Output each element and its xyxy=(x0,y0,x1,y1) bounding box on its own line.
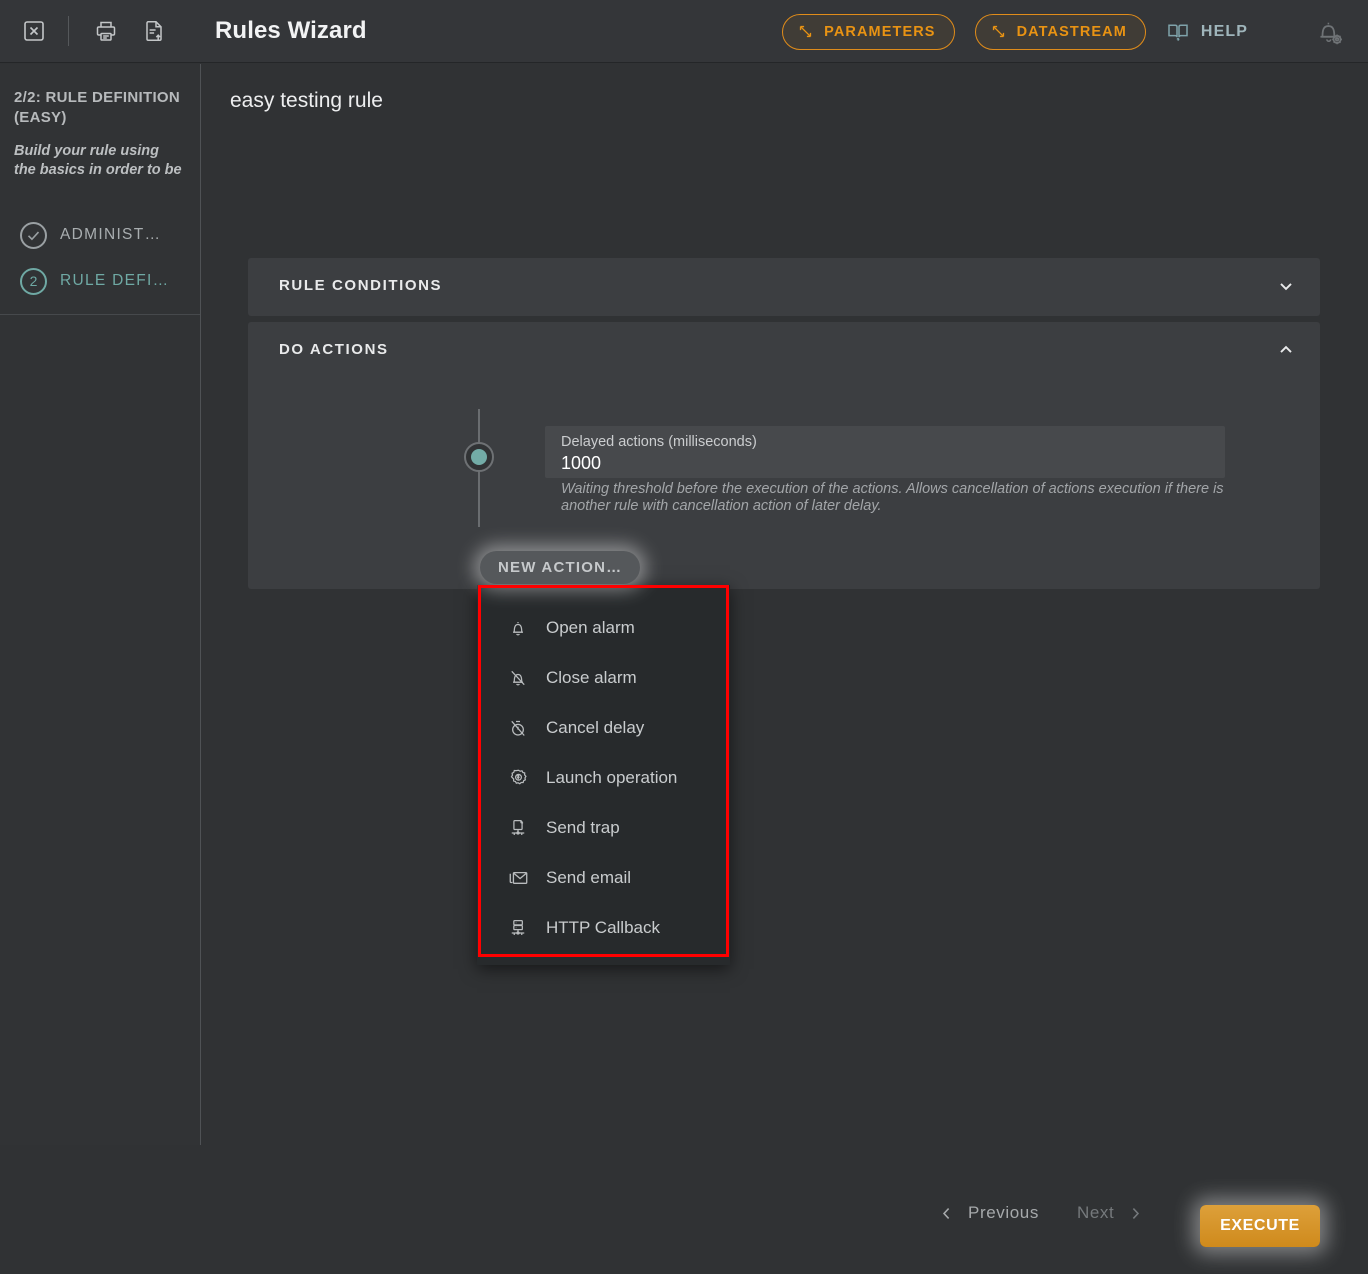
bell-off-icon xyxy=(507,667,529,689)
sidebar-item-label: RULE DEFI… xyxy=(60,272,170,289)
menu-item-label: Send trap xyxy=(546,818,620,837)
menu-item-label: HTTP Callback xyxy=(546,918,660,937)
delayed-actions-field[interactable]: Delayed actions (milliseconds) 1000 xyxy=(545,426,1225,478)
menu-item-cancel-delay[interactable]: Cancel delay xyxy=(477,703,730,753)
send-trap-icon xyxy=(507,817,529,839)
server-icon xyxy=(507,917,529,939)
do-actions-header[interactable]: DO ACTIONS xyxy=(248,322,1320,377)
close-icon[interactable] xyxy=(20,17,48,45)
menu-item-open-alarm[interactable]: Open alarm xyxy=(477,603,730,653)
delayed-actions-label: Delayed actions (milliseconds) xyxy=(561,434,757,450)
wizard-sidebar: 2/2: RULE DEFINITION (EASY) Build your r… xyxy=(0,64,201,1145)
bell-gear-icon[interactable] xyxy=(1310,13,1348,51)
new-action-menu: Open alarm Close alarm Cancel delay Laun… xyxy=(477,585,730,965)
bell-icon xyxy=(507,617,529,639)
datastream-label: DATASTREAM xyxy=(1016,23,1127,40)
previous-label: Previous xyxy=(968,1203,1039,1222)
execute-button[interactable]: EXECUTE xyxy=(1200,1205,1320,1247)
next-button[interactable]: Next xyxy=(1077,1203,1144,1223)
rule-conditions-title: RULE CONDITIONS xyxy=(279,277,443,294)
chevron-left-icon xyxy=(938,1205,955,1222)
new-action-button[interactable]: NEW ACTION… xyxy=(480,551,641,584)
previous-button[interactable]: Previous xyxy=(938,1203,1039,1223)
toolbar-divider xyxy=(68,16,69,46)
next-label: Next xyxy=(1077,1203,1115,1222)
timer-off-icon xyxy=(507,717,529,739)
datastream-icon xyxy=(990,23,1007,40)
chevron-up-icon[interactable] xyxy=(1276,340,1296,360)
top-toolbar: Rules Wizard PARAMETERS DATASTREAM HELP xyxy=(0,0,1368,63)
menu-item-label: Open alarm xyxy=(546,618,635,637)
new-action-menu-list: Open alarm Close alarm Cancel delay Laun… xyxy=(477,585,730,953)
main-content: easy testing rule RULE CONDITIONS DO ACT… xyxy=(201,64,1368,1145)
help-label: HELP xyxy=(1200,22,1248,40)
sidebar-step-description: Build your rule using the basics in orde… xyxy=(14,143,182,178)
delayed-actions-help-text: Waiting threshold before the execution o… xyxy=(561,481,1224,514)
action-timeline-node[interactable] xyxy=(464,442,494,472)
menu-item-launch-operation[interactable]: Launch operation xyxy=(477,753,730,803)
book-question-icon xyxy=(1166,20,1190,44)
menu-item-close-alarm[interactable]: Close alarm xyxy=(477,653,730,703)
menu-item-label: Close alarm xyxy=(546,668,637,687)
step-number-badge: 2 xyxy=(20,267,47,295)
do-actions-title: DO ACTIONS xyxy=(279,341,389,358)
printer-icon[interactable] xyxy=(91,16,121,46)
page-title: Rules Wizard xyxy=(215,17,367,44)
delayed-actions-value[interactable]: 1000 xyxy=(561,451,1211,475)
envelope-icon xyxy=(507,867,529,889)
sidebar-item-label: ADMINIST… xyxy=(60,226,162,243)
menu-item-send-email[interactable]: Send email xyxy=(477,853,730,903)
sidebar-item-administration[interactable]: ADMINIST… xyxy=(0,212,200,258)
menu-item-send-trap[interactable]: Send trap xyxy=(477,803,730,853)
help-button[interactable]: HELP xyxy=(1166,20,1248,44)
parameters-icon xyxy=(797,23,814,40)
document-upload-icon[interactable] xyxy=(139,16,169,46)
rule-name-heading: easy testing rule xyxy=(230,89,383,112)
rule-conditions-header[interactable]: RULE CONDITIONS xyxy=(248,258,1320,313)
rules-wizard-window: Rules Wizard PARAMETERS DATASTREAM HELP … xyxy=(0,0,1368,1274)
toolbar-right-group: PARAMETERS DATASTREAM HELP xyxy=(782,0,1368,63)
chevron-right-icon xyxy=(1127,1205,1144,1222)
menu-item-label: Cancel delay xyxy=(546,718,645,737)
menu-item-label: Launch operation xyxy=(546,768,678,787)
gear-icon xyxy=(507,767,529,789)
parameters-label: PARAMETERS xyxy=(824,23,936,40)
sidebar-divider xyxy=(0,314,200,315)
sidebar-step-title: 2/2: RULE DEFINITION (EASY) xyxy=(14,89,181,126)
wizard-footer xyxy=(0,1146,1368,1274)
chevron-down-icon[interactable] xyxy=(1276,276,1296,296)
menu-item-http-callback[interactable]: HTTP Callback xyxy=(477,903,730,953)
check-circle-icon xyxy=(20,221,47,249)
menu-item-label: Send email xyxy=(546,868,632,887)
rule-conditions-panel: RULE CONDITIONS xyxy=(248,258,1320,316)
sidebar-item-rule-definition[interactable]: 2 RULE DEFI… xyxy=(0,258,200,304)
parameters-button[interactable]: PARAMETERS xyxy=(782,13,955,50)
datastream-button[interactable]: DATASTREAM xyxy=(974,13,1146,50)
